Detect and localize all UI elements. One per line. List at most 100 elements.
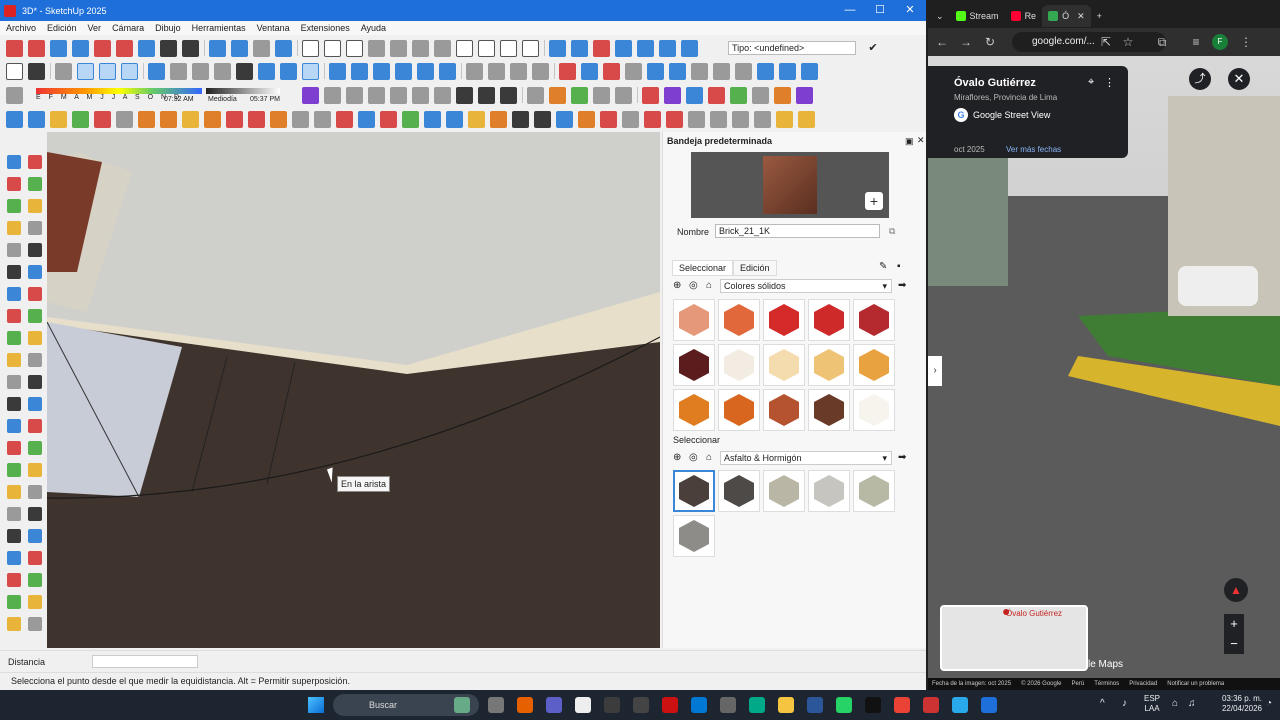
network-icon[interactable]: ⌂ (1172, 698, 1178, 709)
left-view-icon[interactable] (258, 62, 275, 80)
tool-icon[interactable] (28, 573, 42, 587)
open-file-icon[interactable] (324, 39, 341, 57)
tool-icon[interactable] (55, 62, 72, 80)
tool-icon[interactable] (644, 110, 661, 128)
tool-icon[interactable] (642, 86, 659, 104)
tool-icon[interactable] (28, 39, 45, 57)
tool-icon[interactable] (28, 199, 42, 213)
tool-icon[interactable] (446, 110, 463, 128)
tool-icon[interactable] (6, 110, 23, 128)
tool-icon[interactable] (752, 86, 769, 104)
walk-icon[interactable] (182, 39, 199, 57)
paste-icon[interactable] (412, 39, 429, 57)
tool-icon[interactable] (603, 62, 620, 80)
tool-icon[interactable] (754, 110, 771, 128)
tool-icon[interactable] (622, 110, 639, 128)
close-streetview-icon[interactable]: ✕ (1228, 68, 1250, 90)
close-tray-icon[interactable]: ✕ (917, 135, 925, 146)
cut-icon[interactable] (368, 39, 385, 57)
tool-icon[interactable] (138, 39, 155, 57)
tool-icon[interactable] (691, 62, 708, 80)
right-view-icon[interactable] (214, 62, 231, 80)
volume-icon[interactable]: ♫ (1188, 698, 1196, 709)
section-icon[interactable] (417, 62, 434, 80)
tool-icon[interactable] (796, 86, 813, 104)
material-swatch[interactable] (808, 470, 850, 512)
library-dropdown-1[interactable]: Colores sólidos (720, 279, 892, 293)
tool-icon[interactable] (710, 110, 727, 128)
tool-icon[interactable] (7, 397, 21, 411)
pin-icon[interactable]: ▣ (905, 136, 914, 147)
material-swatch[interactable] (673, 299, 715, 341)
chrome-icon[interactable] (894, 697, 910, 713)
material-swatch[interactable] (718, 470, 760, 512)
tool-icon[interactable] (28, 110, 45, 128)
street-view[interactable]: Óvalo Gutiérrez ⌖ ⋮ Miraflores, Provinci… (928, 56, 1280, 690)
tool-icon[interactable] (424, 110, 441, 128)
tool-icon[interactable] (7, 507, 21, 521)
telegram-icon[interactable] (952, 697, 968, 713)
material-swatch[interactable] (763, 470, 805, 512)
tool-icon[interactable] (456, 86, 473, 104)
app-icon[interactable] (807, 697, 823, 713)
tool-icon[interactable] (336, 110, 353, 128)
store-icon[interactable] (575, 697, 591, 713)
tool-icon[interactable] (735, 62, 752, 80)
media-icon[interactable]: ≡ (1188, 34, 1204, 50)
edge-icon[interactable] (749, 697, 765, 713)
reload-icon[interactable]: ↻ (982, 34, 998, 50)
material-swatch[interactable] (673, 344, 715, 386)
tool-icon[interactable] (94, 110, 111, 128)
back-icon[interactable]: ⊕ (673, 280, 681, 291)
tool-icon[interactable] (28, 265, 42, 279)
tool-icon[interactable] (664, 86, 681, 104)
tool-icon[interactable] (7, 265, 21, 279)
tool-icon[interactable] (637, 39, 654, 57)
teams-icon[interactable] (546, 697, 562, 713)
report-link[interactable]: Notificar un problema (1167, 681, 1224, 687)
menu-ayuda[interactable]: Ayuda (361, 23, 386, 33)
material-swatch[interactable] (853, 470, 895, 512)
zoom-in-icon[interactable]: + (1224, 614, 1244, 634)
tool-icon[interactable] (182, 110, 199, 128)
copy-icon[interactable]: ⧉ (889, 226, 895, 237)
back-edges-icon[interactable] (99, 62, 116, 80)
tool-icon[interactable] (28, 419, 42, 433)
material-swatch[interactable] (808, 344, 850, 386)
tool-icon[interactable] (231, 39, 248, 57)
3d-viewport[interactable] (47, 132, 660, 648)
menu-extensiones[interactable]: Extensiones (301, 23, 350, 33)
tool-icon[interactable] (28, 331, 42, 345)
tool-icon[interactable] (368, 86, 385, 104)
tool-icon[interactable] (28, 551, 42, 565)
expand-panel-icon[interactable]: › (928, 356, 942, 386)
tool-icon[interactable] (549, 86, 566, 104)
tool-icon[interactable] (390, 86, 407, 104)
tool-icon[interactable] (402, 110, 419, 128)
type-field[interactable]: Tipo: <undefined> (728, 41, 856, 55)
minimize-icon[interactable]: — (834, 0, 866, 21)
gear-icon[interactable] (713, 62, 730, 80)
section-icon[interactable] (439, 62, 456, 80)
notification-icon[interactable]: ◔ (1266, 698, 1272, 709)
close-tab-icon[interactable]: ✕ (1077, 11, 1085, 22)
tool-icon[interactable] (138, 110, 155, 128)
tool-icon[interactable] (7, 353, 21, 367)
zoom-out-icon[interactable]: − (1224, 634, 1244, 654)
tool-icon[interactable] (7, 221, 21, 235)
tool-icon[interactable] (7, 463, 21, 477)
tool-icon[interactable] (7, 595, 21, 609)
tool-icon[interactable] (292, 110, 309, 128)
tab-re[interactable]: Re (1005, 5, 1043, 27)
explorer-icon[interactable] (778, 697, 794, 713)
tool-icon[interactable] (686, 86, 703, 104)
front-view-icon[interactable] (192, 62, 209, 80)
material-swatch[interactable] (718, 299, 760, 341)
tool-icon[interactable] (346, 86, 363, 104)
task-view-icon[interactable] (488, 697, 504, 713)
clock[interactable]: 03:36 p. m. 22/04/2026 (1208, 694, 1262, 714)
whatsapp-icon[interactable] (836, 697, 852, 713)
bookmark-icon[interactable]: ☆ (1120, 34, 1136, 50)
tool-icon[interactable] (510, 62, 527, 80)
tool-icon[interactable] (7, 485, 21, 499)
